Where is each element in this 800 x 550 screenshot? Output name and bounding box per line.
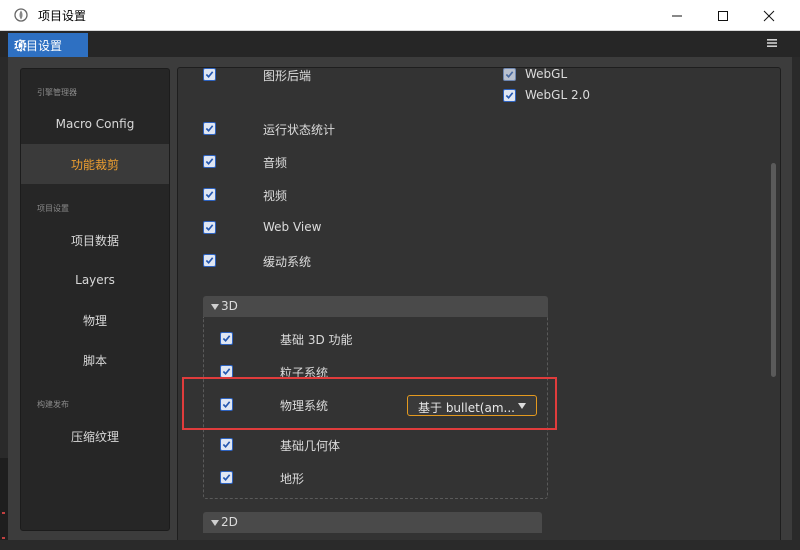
collapse-arrow-icon xyxy=(211,520,219,526)
check-icon xyxy=(205,125,214,132)
primitive-checkbox[interactable] xyxy=(220,438,233,451)
graphics-backend-label: 图形后端 xyxy=(263,69,312,83)
section-2d-header[interactable]: 2D xyxy=(203,512,542,533)
background-console-strip xyxy=(0,540,800,550)
check-icon xyxy=(222,474,231,481)
physics-row-highlight xyxy=(182,377,557,430)
tab-project-settings[interactable]: 项目设置 xyxy=(8,33,88,57)
nav-group-project: 项目设置 xyxy=(37,204,69,213)
section-3d-title: 3D xyxy=(221,299,238,313)
window-title: 项目设置 xyxy=(38,9,87,23)
sidebar-item-project-data[interactable]: 项目数据 xyxy=(21,220,169,260)
check-icon xyxy=(205,191,214,198)
webview-checkbox[interactable] xyxy=(203,221,216,234)
profiler-checkbox[interactable] xyxy=(203,122,216,135)
tab-label: 项目设置 xyxy=(14,38,63,53)
audio-label: 音频 xyxy=(263,156,288,170)
terrain-label: 地形 xyxy=(280,472,305,486)
webgl2-checkbox[interactable] xyxy=(503,89,516,102)
maximize-icon xyxy=(718,10,728,21)
close-button[interactable] xyxy=(746,0,792,31)
collapse-arrow-icon xyxy=(211,304,219,310)
video-label: 视频 xyxy=(263,189,288,203)
graphics-backend-checkbox[interactable] xyxy=(203,68,216,81)
base-3d-checkbox[interactable] xyxy=(220,332,233,345)
nav-group-build: 构建发布 xyxy=(37,400,69,409)
check-icon xyxy=(505,92,514,99)
sidebar-item-compress-texture[interactable]: 压缩纹理 xyxy=(21,416,169,456)
console-error-mark xyxy=(2,512,5,514)
check-icon xyxy=(205,158,214,165)
check-icon xyxy=(222,368,231,375)
check-icon xyxy=(205,257,214,264)
window-titlebar: 项目设置 xyxy=(0,0,800,31)
cocos-app-icon xyxy=(14,8,28,22)
webgl-label: WebGL xyxy=(525,67,568,81)
audio-checkbox[interactable] xyxy=(203,155,216,168)
check-icon xyxy=(222,441,231,448)
terrain-checkbox[interactable] xyxy=(220,471,233,484)
sidebar-item-physics[interactable]: 物理 xyxy=(21,300,169,340)
check-icon xyxy=(205,224,214,231)
tween-label: 缓动系统 xyxy=(263,255,312,269)
check-icon xyxy=(505,71,514,78)
section-3d-header[interactable]: 3D xyxy=(203,296,548,317)
nav-group-engine: 引擎管理器 xyxy=(37,88,77,97)
minimize-icon xyxy=(672,15,682,16)
panel-tabbar: 项目设置 xyxy=(0,31,800,57)
close-icon xyxy=(763,10,775,21)
menu-icon[interactable] xyxy=(766,37,778,49)
maximize-button[interactable] xyxy=(700,0,746,31)
check-icon xyxy=(222,335,231,342)
profiler-label: 运行状态统计 xyxy=(263,123,336,137)
sidebar-item-scripts[interactable]: 脚本 xyxy=(21,340,169,380)
sidebar-item-layers[interactable]: Layers xyxy=(21,260,169,300)
webgl2-label: WebGL 2.0 xyxy=(525,88,591,102)
base-3d-label: 基础 3D 功能 xyxy=(280,333,353,347)
primitive-label: 基础几何体 xyxy=(280,439,341,453)
sidebar-item-macro-config[interactable]: Macro Config xyxy=(21,104,169,144)
panel-scrollbar[interactable] xyxy=(771,163,776,377)
minimize-button[interactable] xyxy=(654,0,700,31)
webview-label: Web View xyxy=(263,220,322,234)
check-icon xyxy=(205,71,214,78)
tween-checkbox[interactable] xyxy=(203,254,216,267)
settings-sidebar: 引擎管理器 Macro Config 功能裁剪 项目设置 项目数据 Layers… xyxy=(20,68,170,531)
webgl-checkbox[interactable] xyxy=(503,68,516,81)
video-checkbox[interactable] xyxy=(203,188,216,201)
sidebar-item-feature-cropping[interactable]: 功能裁剪 xyxy=(21,144,169,184)
console-error-mark xyxy=(2,537,5,539)
section-2d-title: 2D xyxy=(221,515,238,529)
